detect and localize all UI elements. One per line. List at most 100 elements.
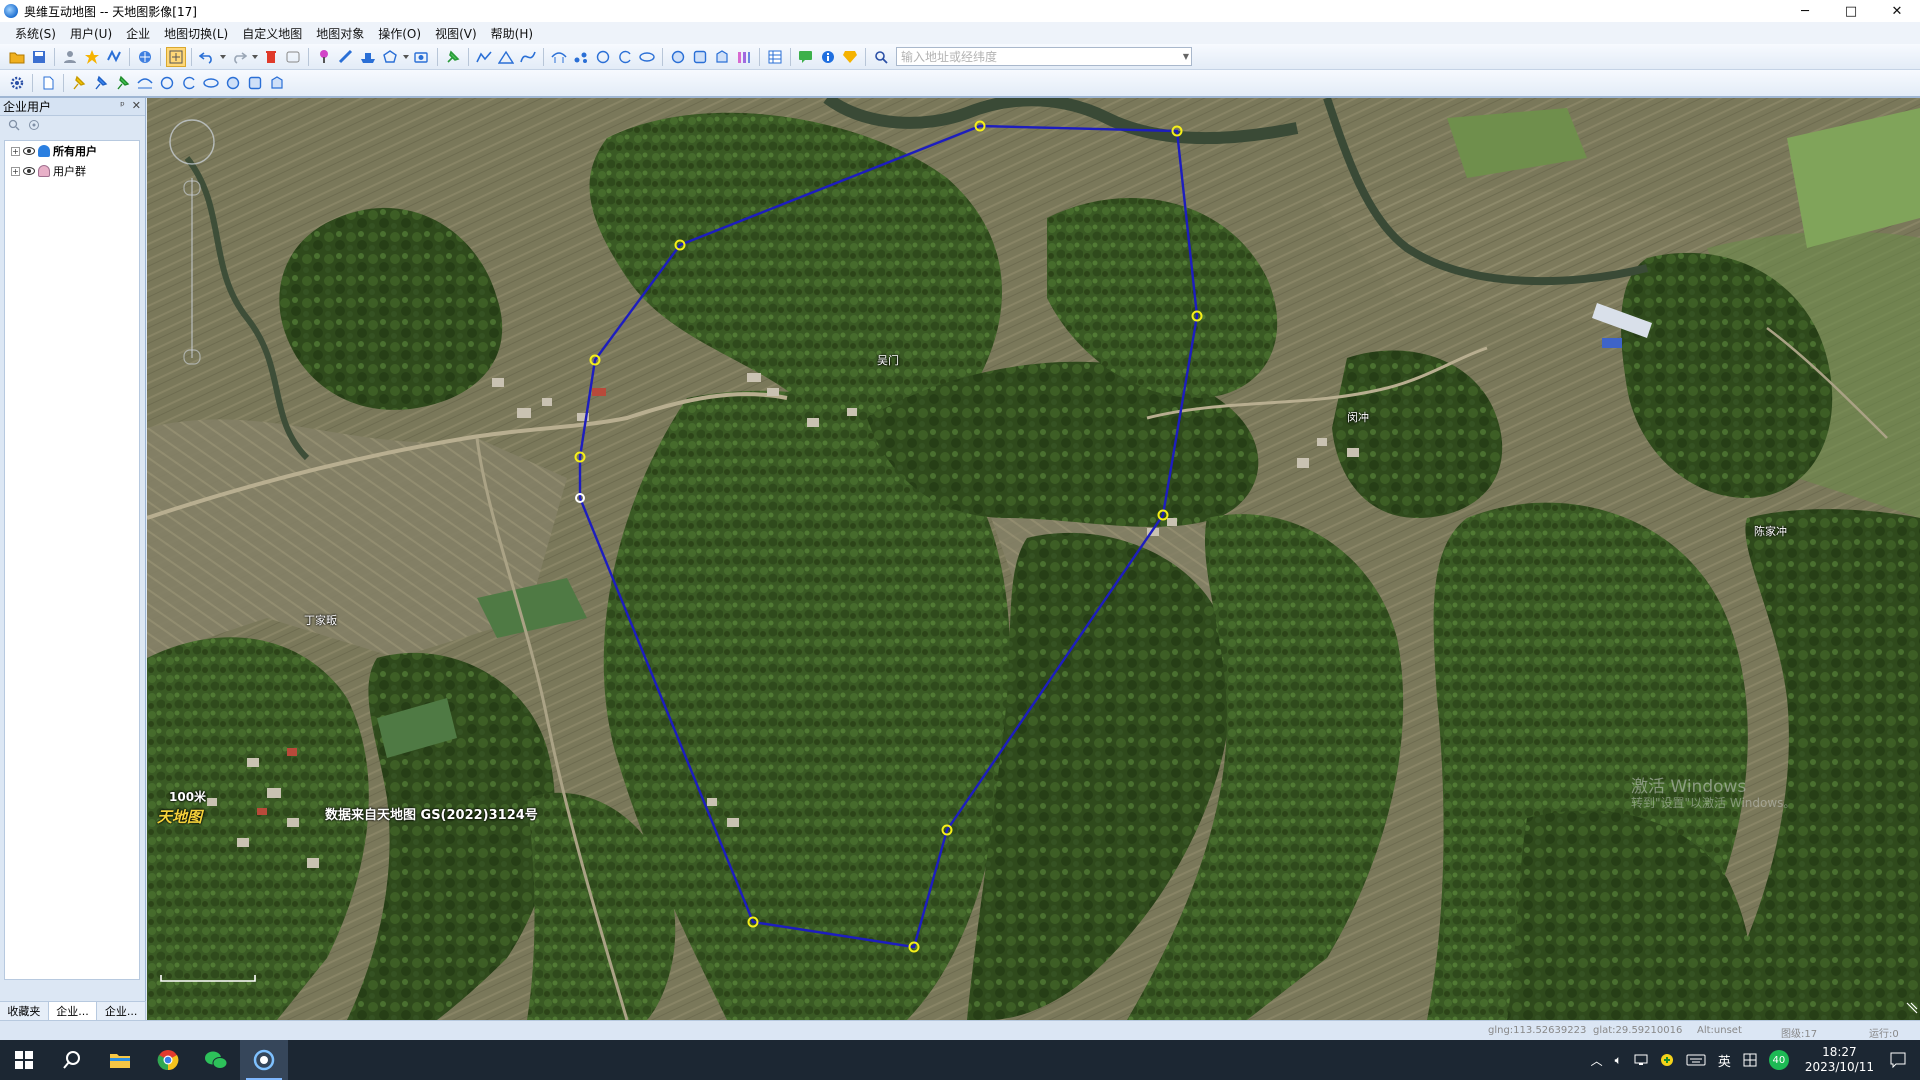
shape-icon[interactable] — [380, 47, 400, 67]
redo-icon[interactable] — [229, 47, 249, 67]
info-icon[interactable] — [818, 47, 838, 67]
user-group-icon — [38, 165, 50, 177]
menu-map-switch[interactable]: 地图切换(L) — [157, 25, 235, 42]
triangle-icon[interactable] — [496, 47, 516, 67]
maximize-button[interactable]: □ — [1828, 0, 1874, 22]
location-pin-icon[interactable] — [314, 47, 334, 67]
menu-view[interactable]: 视图(V) — [428, 25, 484, 42]
menu-help[interactable]: 帮助(H) — [484, 25, 540, 42]
close-button[interactable]: ✕ — [1874, 0, 1920, 22]
windows-taskbar: ︿ 🔈︎ 英 40 18:27 2023/10/11 — [0, 1040, 1920, 1080]
save-icon[interactable] — [29, 47, 49, 67]
blue-pin-icon[interactable] — [91, 73, 111, 93]
circle-draw-icon[interactable] — [157, 73, 177, 93]
table-icon[interactable] — [765, 47, 785, 67]
map-view[interactable]: 吴门 闵冲 陈家冲 丁家畈 100米 天地图 数据来自天地图 GS(2022)3… — [147, 98, 1920, 1020]
wechat-button[interactable] — [192, 1040, 240, 1080]
search-dropdown-icon[interactable]: ▼ — [1183, 52, 1189, 61]
start-button[interactable] — [0, 1040, 48, 1080]
system-clock[interactable]: 18:27 2023/10/11 — [1805, 1045, 1874, 1075]
rectangle-draw-icon[interactable] — [245, 73, 265, 93]
bars-icon[interactable] — [734, 47, 754, 67]
delete-icon[interactable] — [261, 47, 281, 67]
address-search-box[interactable]: ▼ — [896, 47, 1192, 66]
tree-item-user-group[interactable]: + 用户群 — [5, 161, 139, 181]
tree-item-all-users[interactable]: + 所有用户 — [5, 141, 139, 161]
yellow-pin-icon[interactable] — [69, 73, 89, 93]
satellite-map[interactable] — [147, 98, 1920, 1020]
address-search-input[interactable] — [897, 48, 1167, 65]
camera-icon[interactable] — [412, 47, 432, 67]
document-icon[interactable] — [38, 73, 58, 93]
arc-icon[interactable] — [615, 47, 635, 67]
ovital-map-taskbar-button[interactable] — [240, 1040, 288, 1080]
security-shield-icon[interactable] — [1660, 1053, 1674, 1067]
taskbar-search-button[interactable] — [48, 1040, 96, 1080]
menu-custom-map[interactable]: 自定义地图 — [235, 25, 309, 42]
favorite-star-icon[interactable] — [82, 47, 102, 67]
green-pin-icon[interactable] — [113, 73, 133, 93]
close-panel-icon[interactable]: ✕ — [132, 99, 141, 112]
settings-gear-icon[interactable] — [7, 73, 27, 93]
cluster-icon[interactable] — [571, 47, 591, 67]
minimize-button[interactable]: ─ — [1782, 0, 1828, 22]
tray-chevron-icon[interactable]: ︿ — [1591, 1052, 1603, 1069]
panel-filter-icon[interactable] — [28, 119, 40, 134]
ime-language-indicator[interactable]: 英 — [1718, 1051, 1731, 1070]
arc-draw-icon[interactable] — [179, 73, 199, 93]
menu-user[interactable]: 用户(U) — [63, 25, 119, 42]
title-bar: 奥维互动地图 -- 天地图影像[17] ─ □ ✕ — [0, 0, 1920, 22]
rectangle-icon[interactable] — [690, 47, 710, 67]
measure-ruler-icon[interactable] — [336, 47, 356, 67]
ellipse-icon[interactable] — [637, 47, 657, 67]
link-icon[interactable] — [104, 47, 124, 67]
expand-icon[interactable]: + — [11, 146, 20, 156]
pushpin-icon[interactable] — [443, 47, 463, 67]
region-icon[interactable] — [712, 47, 732, 67]
ship-icon[interactable] — [358, 47, 378, 67]
open-folder-icon[interactable] — [7, 47, 27, 67]
layers-icon[interactable] — [135, 47, 155, 67]
region-draw-icon[interactable] — [267, 73, 287, 93]
user-icon[interactable] — [60, 47, 80, 67]
tab-enterprise-1[interactable]: 企业... — [48, 1002, 98, 1020]
panel-search-icon[interactable] — [8, 119, 20, 134]
circle-icon[interactable] — [593, 47, 613, 67]
curve-icon[interactable] — [518, 47, 538, 67]
menu-operation[interactable]: 操作(O) — [371, 25, 428, 42]
undo-dropdown-icon[interactable] — [219, 47, 227, 67]
notification-badge[interactable]: 40 — [1768, 1050, 1789, 1070]
expand-icon[interactable]: + — [11, 166, 20, 176]
action-center-icon[interactable] — [1890, 1052, 1906, 1068]
filled-circle-draw-icon[interactable] — [223, 73, 243, 93]
menu-system[interactable]: 系统(S) — [8, 25, 63, 42]
clear-icon[interactable] — [283, 47, 303, 67]
search-icon[interactable] — [871, 47, 891, 67]
chrome-button[interactable] — [144, 1040, 192, 1080]
map-select-icon[interactable] — [166, 46, 186, 67]
visibility-eye-icon[interactable] — [23, 167, 35, 175]
message-icon[interactable] — [796, 47, 816, 67]
ime-grid-icon[interactable] — [1743, 1053, 1757, 1067]
shape-dropdown-icon[interactable] — [402, 47, 410, 67]
tab-enterprise-2[interactable]: 企业... — [97, 1002, 147, 1020]
status-bar: glng:113.52639223 glat:29.59210016 Alt:u… — [0, 1020, 1920, 1040]
tab-favorites[interactable]: 收藏夹 — [0, 1002, 49, 1020]
pin-panel-icon[interactable]: ᵖ — [120, 99, 125, 112]
redo-dropdown-icon[interactable] — [251, 47, 259, 67]
road-edit-icon[interactable] — [135, 73, 155, 93]
menu-map-objects[interactable]: 地图对象 — [309, 25, 371, 42]
menu-enterprise[interactable]: 企业 — [119, 25, 157, 42]
road-icon[interactable] — [549, 47, 569, 67]
network-icon[interactable] — [1634, 1054, 1648, 1066]
volume-icon[interactable]: 🔈︎ — [1615, 1053, 1622, 1068]
file-explorer-button[interactable] — [96, 1040, 144, 1080]
keyboard-icon[interactable] — [1686, 1054, 1706, 1066]
polyline-icon[interactable] — [474, 47, 494, 67]
visibility-eye-icon[interactable] — [23, 147, 35, 155]
undo-icon[interactable] — [197, 47, 217, 67]
place-label-chenjiachong: 陈家冲 — [1754, 525, 1787, 538]
diamond-icon[interactable] — [840, 47, 860, 67]
filled-circle-icon[interactable] — [668, 47, 688, 67]
ellipse-draw-icon[interactable] — [201, 73, 221, 93]
